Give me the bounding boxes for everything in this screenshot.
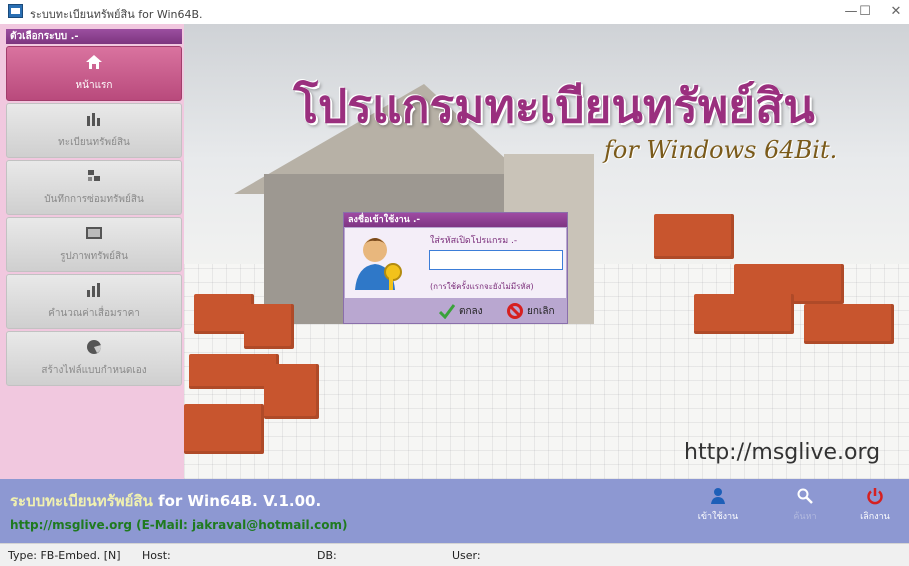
brick-graphic [654,214,734,259]
hero-url: http://msglive.org [684,440,881,465]
chart-icon [87,283,100,297]
sidebar-item-label: คำนวณค่าเสื่อมราคา [48,308,140,319]
title-bar: ระบบทะเบียนทรัพย์สิน for Win64B. — ☐ ✕ [0,0,909,24]
brick-graphic [264,364,319,419]
exit-button[interactable]: เลิกงาน [850,487,900,523]
app-icon [8,4,23,18]
user-key-icon [355,238,402,290]
sidebar-item-label: รูปภาพทรัพย์สิน [60,251,128,262]
sidebar-item-pictures[interactable]: รูปภาพทรัพย์สิน [6,217,182,272]
password-hint: (การใช้ครั้งแรกจะยังไม่มีรหัส) [430,282,534,291]
brick-graphic [694,294,794,334]
sidebar-item-register[interactable]: ทะเบียนทรัพย์สิน [6,103,182,158]
brick-graphic [184,404,264,454]
login-dialog: ลงชื่อเข้าใช้งาน .- ใส่รหัสเปิดโปรแกรม .… [343,212,568,324]
footer-title: ระบบทะเบียนทรัพย์สิน for Win64B. V.1.00. [10,489,321,513]
cancel-button[interactable]: ยกเลิก [507,302,555,320]
custom-file-icon [87,340,102,354]
footer-title-thai: ระบบทะเบียนทรัพย์สิน [10,492,153,510]
login-button[interactable]: เข้าใช้งาน [693,487,743,523]
sidebar-item-repair[interactable]: บันทึกการซ่อมทรัพย์สิน [6,160,182,215]
sidebar: ตัวเลือกระบบ .- หน้าแรก ทะเบียนทรัพย์สิน… [0,24,184,479]
footer-title-version: for Win64B. V.1.00. [158,492,322,510]
sidebar-item-label: หน้าแรก [75,80,113,91]
password-input[interactable] [429,250,563,270]
search-icon [797,488,813,504]
repair-icon [88,170,100,181]
status-type: Type: FB-Embed. [N] [8,549,121,562]
search-button-label: ค้นหา [793,512,817,522]
footer-link[interactable]: http://msglive.org (E-Mail: jakraval@hot… [10,518,347,532]
sidebar-item-home[interactable]: หน้าแรก [6,46,182,101]
power-icon [867,488,883,505]
close-button[interactable]: ✕ [881,2,909,22]
cancel-label: ยกเลิก [527,305,555,317]
footer-panel: ระบบทะเบียนทรัพย์สิน for Win64B. V.1.00.… [0,479,909,543]
hero-subtitle: for Windows 64Bit. [604,136,838,164]
sidebar-header: ตัวเลือกระบบ .- [6,29,182,44]
password-label: ใส่รหัสเปิดโปรแกรม .- [430,236,518,246]
sidebar-item-depreciation[interactable]: คำนวณค่าเสื่อมราคา [6,274,182,329]
status-user: User: [452,549,481,562]
sidebar-item-label: ทะเบียนทรัพย์สิน [58,137,130,148]
user-icon [711,488,725,504]
search-button[interactable]: ค้นหา [780,487,830,523]
sidebar-item-label: สร้างไฟล์แบบกำหนดเอง [41,365,147,376]
window-title: ระบบทะเบียนทรัพย์สิน for Win64B. [30,8,203,21]
brick-graphic [804,304,894,344]
home-icon [86,55,102,69]
brick-graphic [244,304,294,349]
register-icon [87,113,100,126]
exit-button-label: เลิกงาน [860,512,890,522]
login-button-label: เข้าใช้งาน [697,512,739,522]
status-bar: Type: FB-Embed. [N] Host: DB: User: [0,543,909,566]
login-dialog-body: ใส่รหัสเปิดโปรแกรม .- (การใช้ครั้งแรกจะย… [345,228,566,298]
ok-button[interactable]: ตกลง [439,302,483,320]
sidebar-item-custom-file[interactable]: สร้างไฟล์แบบกำหนดเอง [6,331,182,386]
maximize-button[interactable]: ☐ [850,2,880,22]
sidebar-item-label: บันทึกการซ่อมทรัพย์สิน [44,194,144,205]
picture-icon [86,227,102,239]
cancel-icon [507,303,523,319]
hero-title: โปรแกรมทะเบียนทรัพย์สิน [293,79,815,133]
status-host: Host: [142,549,171,562]
check-icon [439,304,455,319]
status-db: DB: [317,549,337,562]
login-dialog-title: ลงชื่อเข้าใช้งาน .- [344,213,567,227]
ok-label: ตกลง [459,305,483,317]
